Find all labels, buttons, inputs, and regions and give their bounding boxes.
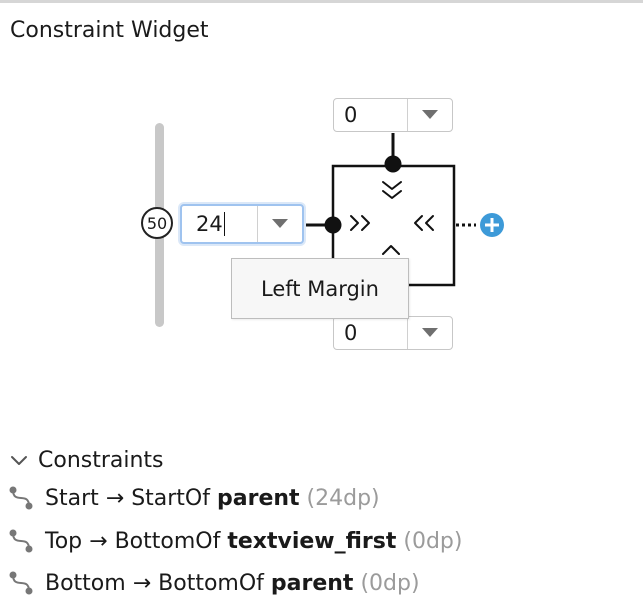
constraint-margin: (0dp) [360,570,420,596]
constraint-target: textview_first [227,528,397,554]
constraint-arrow: → [132,570,152,596]
constraint-row[interactable]: Start → StartOf parent (24dp) [8,485,380,511]
constraint-target: parent [217,485,300,511]
constraint-margin: (24dp) [306,485,380,511]
constraint-relation: BottomOf [158,570,264,596]
triangle-down-icon [422,110,438,119]
constraint-source: Start [45,485,99,511]
left-margin-dropdown-button[interactable] [257,206,302,242]
constraint-relation: BottomOf [114,528,221,554]
constraints-section-header[interactable]: Constraints [10,448,164,473]
left-margin-tooltip: Left Margin [231,258,409,319]
left-margin-combo[interactable]: 24 [180,204,304,244]
constraint-target: parent [270,570,354,596]
constraint-row[interactable]: Bottom → BottomOf parent (0dp) [8,570,420,596]
constraint-arrow: → [105,485,125,511]
constraint-link-icon [9,571,33,595]
bottom-margin-combo[interactable]: 0 [333,316,453,350]
top-margin-combo[interactable]: 0 [333,98,453,132]
constraint-source: Bottom [45,570,126,596]
constraint-margin: (0dp) [403,528,463,554]
constraint-source: Top [45,528,83,554]
chevron-down-icon[interactable] [10,455,28,467]
top-margin-dropdown-button[interactable] [407,99,452,131]
left-anchor-handle [324,216,342,234]
constraint-arrow: → [89,528,108,554]
add-constraint-icon[interactable] [480,213,504,237]
top-margin-value[interactable]: 0 [334,99,407,131]
left-margin-value: 24 [196,212,223,236]
triangle-down-icon [422,328,438,337]
constraints-header-label: Constraints [38,448,164,473]
constraint-relation: StartOf [131,485,210,511]
constraint-link-icon [9,486,33,510]
bottom-margin-value[interactable]: 0 [334,317,407,349]
top-anchor-handle [384,155,402,173]
triangle-down-icon [272,219,288,228]
constraint-link-icon [9,529,33,553]
text-caret [223,212,225,236]
constraint-widget: 50 0 24 0 Left Margin [0,0,643,420]
left-margin-field[interactable]: 24 [182,206,257,242]
constraint-diagram [306,133,504,287]
constraint-row[interactable]: Top → BottomOf textview_first (0dp) [8,528,462,554]
bottom-margin-dropdown-button[interactable] [407,317,452,349]
